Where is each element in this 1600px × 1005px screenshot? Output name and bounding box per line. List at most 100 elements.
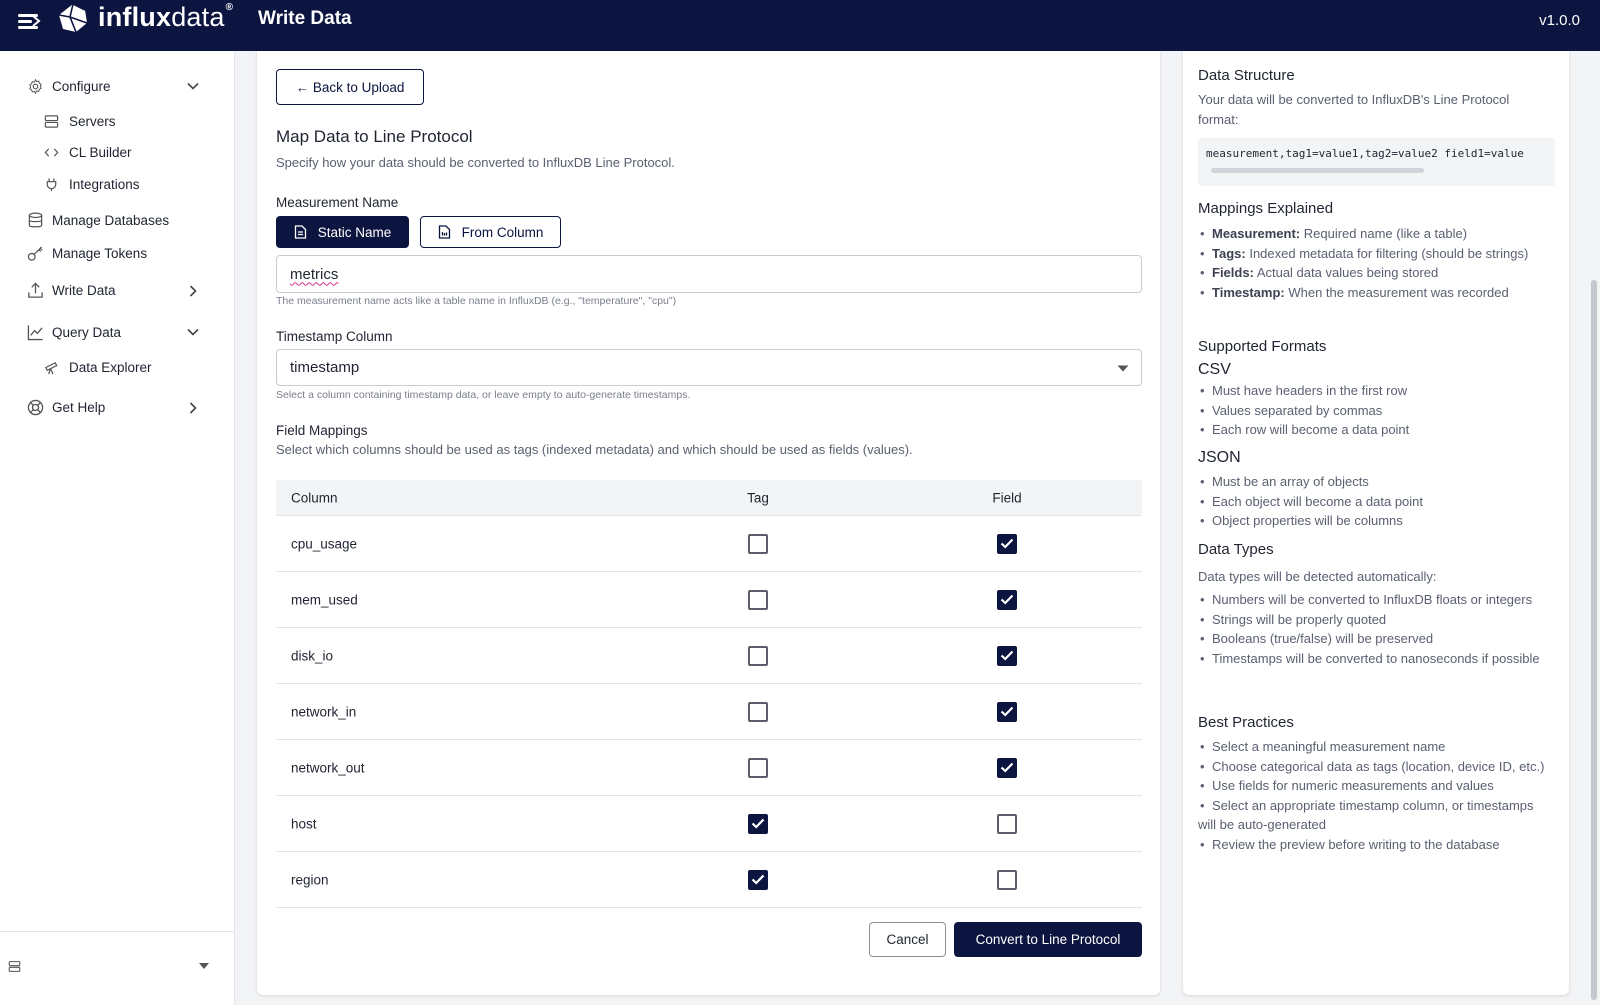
json-title: JSON — [1198, 449, 1241, 466]
sidebar-item-label: Integrations — [69, 176, 140, 192]
list-item: Object properties will be columns — [1198, 511, 1553, 531]
tag-checkbox[interactable] — [748, 869, 768, 890]
list-item: Select a meaningful measurement name — [1198, 737, 1553, 757]
timestamp-column-value: timestamp — [290, 359, 360, 376]
list-item: Use fields for numeric measurements and … — [1198, 776, 1553, 796]
tag-checkbox[interactable] — [748, 533, 768, 554]
tag-checkbox[interactable] — [748, 701, 768, 722]
chevron-right-icon[interactable] — [186, 401, 200, 415]
data-structure-title: Data Structure — [1198, 67, 1295, 84]
tag-checkbox[interactable] — [748, 757, 768, 778]
field-checkbox[interactable] — [997, 589, 1017, 610]
static-name-label: Static Name — [317, 224, 392, 240]
key-icon — [26, 244, 44, 262]
sidebar-item-label: Servers — [69, 113, 116, 129]
data-types-list: Numbers will be converted to InfluxDB fl… — [1198, 590, 1553, 668]
caret-down-icon — [1117, 365, 1129, 372]
field-checkbox[interactable] — [997, 533, 1017, 554]
top-bar: influxdata® Write Data v1.0.0 — [0, 0, 1600, 51]
sidebar-item-manage-databases[interactable]: Manage Databases — [26, 211, 169, 229]
telescope-icon — [42, 358, 60, 376]
list-item: Values separated by commas — [1198, 401, 1553, 421]
table-row: region — [276, 852, 1142, 908]
list-item: Timestamp: When the measurement was reco… — [1198, 283, 1553, 303]
sidebar-item-configure[interactable]: Configure — [26, 77, 111, 95]
server-icon[interactable] — [8, 960, 21, 973]
sidebar-item-label: Write Data — [52, 282, 116, 298]
upload-icon — [26, 281, 44, 299]
column-name: host — [291, 816, 317, 831]
logo-text: influxdata® — [98, 2, 234, 32]
chevron-down-icon[interactable] — [186, 325, 200, 339]
list-item: Fields: Actual data values being stored — [1198, 263, 1553, 283]
sidebar-item-data-explorer[interactable]: Data Explorer — [42, 358, 152, 376]
tag-checkbox[interactable] — [748, 589, 768, 610]
sidebar-item-write-data[interactable]: Write Data — [26, 281, 116, 299]
table-row: network_out — [276, 740, 1142, 796]
list-item: Each row will become a data point — [1198, 420, 1553, 440]
list-item: Must have headers in the first row — [1198, 381, 1553, 401]
convert-to-line-protocol-button[interactable]: Convert to Line Protocol — [954, 922, 1142, 957]
column-name: disk_io — [291, 648, 334, 663]
field-checkbox[interactable] — [997, 869, 1017, 890]
field-checkbox[interactable] — [997, 701, 1017, 722]
line-protocol-code[interactable]: measurement,tag1=value1,tag2=value2 fiel… — [1198, 138, 1555, 186]
sidebar-item-query-data[interactable]: Query Data — [26, 323, 121, 341]
sidebar-item-cl-builder[interactable]: CL Builder — [42, 143, 132, 161]
list-item: Choose categorical data as tags (locatio… — [1198, 757, 1553, 777]
sidebar-item-get-help[interactable]: Get Help — [26, 398, 105, 416]
table-body: cpu_usage mem_used disk_io network_in networ… — [276, 516, 1142, 908]
menu-collapse-icon[interactable] — [18, 12, 41, 30]
sidebar: Configure Servers CL Builder Integration… — [0, 51, 235, 1005]
field-header: Field — [992, 490, 1022, 505]
timestamp-column-help: Select a column containing timestamp dat… — [276, 389, 691, 401]
caret-down-icon[interactable] — [198, 962, 210, 970]
column-name: cpu_usage — [291, 536, 358, 551]
sidebar-item-label: CL Builder — [69, 144, 132, 160]
list-item: Measurement: Required name (like a table… — [1198, 224, 1553, 244]
field-checkbox[interactable] — [997, 757, 1017, 778]
list-item: Must be an array of objects — [1198, 472, 1553, 492]
sidebar-item-servers[interactable]: Servers — [42, 112, 116, 130]
list-item: Each object will become a data point — [1198, 492, 1553, 512]
document-icon — [294, 225, 306, 239]
table-row: host — [276, 796, 1142, 852]
field-mappings-label: Field Mappings — [276, 423, 368, 438]
cancel-button[interactable]: Cancel — [869, 922, 946, 957]
code-line: measurement,tag1=value1,tag2=value2 fiel… — [1206, 147, 1524, 160]
tag-checkbox[interactable] — [748, 813, 768, 834]
section-title: Map Data to Line Protocol — [276, 127, 473, 146]
sidebar-item-label: Manage Tokens — [52, 245, 148, 261]
json-list: Must be an array of objectsEach object w… — [1198, 472, 1553, 531]
tag-checkbox[interactable] — [748, 645, 768, 666]
list-item: Numbers will be converted to InfluxDB fl… — [1198, 590, 1553, 610]
influxdata-logo: influxdata® — [58, 2, 233, 33]
column-name: mem_used — [291, 592, 358, 607]
column-header: Column — [291, 490, 338, 505]
measurement-name-value: metrics — [290, 265, 339, 283]
measurement-name-label: Measurement Name — [276, 195, 399, 210]
static-name-button[interactable]: Static Name — [276, 216, 409, 248]
sidebar-item-manage-tokens[interactable]: Manage Tokens — [26, 244, 147, 262]
chevron-right-icon[interactable] — [186, 284, 200, 298]
sidebar-item-label: Query Data — [52, 324, 122, 340]
sidebar-item-label: Configure — [52, 78, 111, 94]
plug-icon — [42, 175, 60, 193]
measurement-name-input[interactable]: metrics — [276, 255, 1142, 293]
chevron-down-icon[interactable] — [186, 79, 200, 93]
document-icon — [438, 225, 450, 239]
field-checkbox[interactable] — [997, 813, 1017, 834]
timestamp-column-select[interactable]: timestamp — [276, 349, 1142, 386]
from-column-button[interactable]: From Column — [420, 216, 561, 248]
page-scrollbar[interactable] — [1591, 280, 1597, 1000]
list-item: Select an appropriate timestamp column, … — [1198, 796, 1553, 835]
sidebar-item-integrations[interactable]: Integrations — [42, 175, 140, 193]
list-item: Review the preview before writing to the… — [1198, 835, 1553, 855]
back-to-upload-button[interactable]: ← Back to Upload — [276, 69, 424, 105]
server-icon — [42, 112, 60, 130]
section-subtitle: Specify how your data should be converte… — [276, 155, 675, 170]
mapping-card: ← Back to Upload Map Data to Line Protoc… — [257, 51, 1160, 995]
code-scrollbar[interactable] — [1211, 168, 1424, 173]
field-checkbox[interactable] — [997, 645, 1017, 666]
page-title: Write Data — [258, 8, 352, 29]
